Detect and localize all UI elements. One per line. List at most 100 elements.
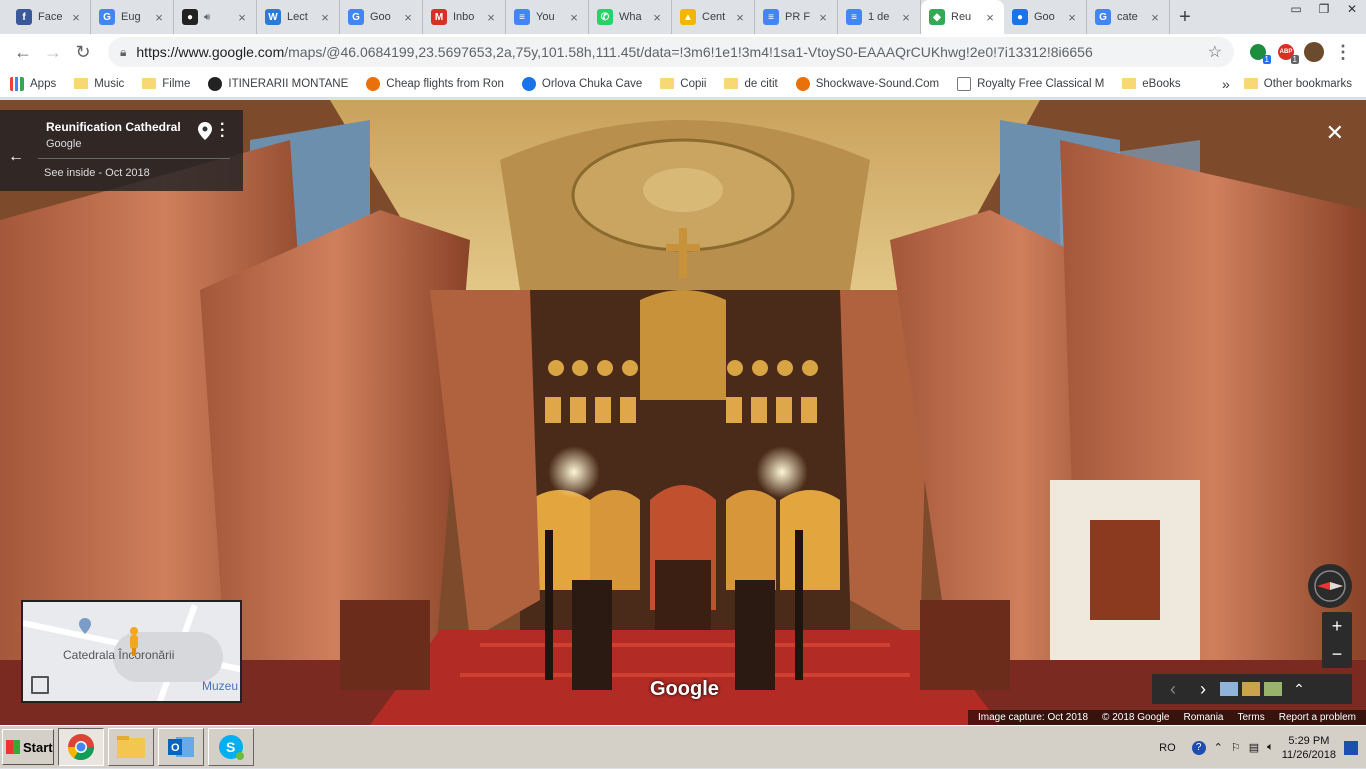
bookmark-label: Music — [94, 77, 125, 90]
show-desktop-icon[interactable] — [1344, 740, 1358, 755]
network-icon[interactable]: ▤ — [1249, 741, 1259, 754]
tab-3[interactable]: W Lect × — [257, 0, 340, 34]
folder-icon — [1243, 78, 1258, 89]
chrome-taskbar-icon[interactable] — [58, 728, 104, 766]
bookmark-7[interactable]: de citit — [724, 78, 778, 90]
bookmark-6[interactable]: Copii — [660, 78, 706, 90]
thumbnail[interactable] — [1264, 682, 1282, 696]
bookmark-label: Cheap flights from Ron — [386, 77, 504, 90]
menu-icon[interactable]: ⋮ — [1328, 37, 1358, 67]
bookmark-0[interactable]: Apps — [10, 76, 56, 91]
bookmark-label: eBooks — [1142, 77, 1181, 90]
tab-1[interactable]: G Eug × — [91, 0, 174, 34]
bookmark-1[interactable]: Music — [74, 78, 124, 90]
google-translate-icon: G — [348, 9, 364, 25]
expand-icon[interactable]: ⌃ — [1286, 681, 1312, 698]
close-tab-icon[interactable]: × — [1066, 10, 1078, 25]
reload-button[interactable]: ↻ — [68, 37, 98, 67]
forward-button[interactable]: → — [38, 37, 68, 67]
language-indicator[interactable]: RO — [1159, 742, 1176, 754]
bookmark-2[interactable]: Filme — [142, 78, 190, 90]
bookmark-10[interactable]: eBooks — [1122, 77, 1181, 90]
close-tab-icon[interactable]: × — [984, 10, 996, 25]
tab-6[interactable]: ≡ You × — [506, 0, 589, 34]
tab-5[interactable]: M Inbo × — [423, 0, 506, 34]
flag-icon[interactable]: ⚐ — [1231, 741, 1241, 754]
close-tab-icon[interactable]: × — [485, 10, 497, 25]
close-tab-icon[interactable]: × — [734, 10, 746, 25]
bookmark-star-icon[interactable]: ☆ — [1208, 42, 1222, 62]
address-bar[interactable]: 🔒︎ https://www.google.com/maps/@46.06841… — [108, 37, 1234, 67]
minimize-button[interactable]: ▭ — [1282, 0, 1310, 18]
close-tab-icon[interactable]: × — [568, 10, 580, 25]
close-icon[interactable]: ✕ — [1326, 120, 1344, 146]
zoom-in-button[interactable]: + — [1322, 612, 1352, 640]
bookmark-5[interactable]: Orlova Chuka Cave — [521, 76, 642, 91]
tab-11[interactable]: ◆ Reu × — [921, 0, 1004, 34]
start-button[interactable]: Start — [2, 729, 54, 765]
pegman-icon[interactable] — [127, 626, 141, 656]
copyright: © 2018 Google — [1102, 712, 1170, 723]
country-link[interactable]: Romania — [1183, 712, 1223, 723]
more-options-icon[interactable]: · · · — [220, 117, 225, 145]
next-photo-icon[interactable]: › — [1190, 679, 1216, 700]
tab-8[interactable]: ▲ Cent × — [672, 0, 755, 34]
back-arrow-icon[interactable]: ← — [8, 148, 24, 166]
prev-photo-icon[interactable]: ‹ — [1160, 679, 1186, 700]
adblock-icon[interactable]: ABP 1 — [1272, 38, 1300, 66]
clock[interactable]: 5:29 PM 11/26/2018 — [1282, 734, 1336, 762]
thumbnail[interactable] — [1220, 682, 1238, 696]
close-tab-icon[interactable]: × — [817, 10, 829, 25]
bookmark-9[interactable]: Royalty Free Classical M — [957, 76, 1104, 91]
close-tab-icon[interactable]: × — [651, 10, 663, 25]
report-problem-link[interactable]: Report a problem — [1279, 712, 1356, 723]
bookmark-4[interactable]: Cheap flights from Ron — [366, 76, 504, 91]
tab-9[interactable]: ≡ PR F × — [755, 0, 838, 34]
other-bookmarks[interactable]: Other bookmarks — [1243, 78, 1352, 90]
fullscreen-icon[interactable] — [31, 676, 49, 694]
tab-7[interactable]: ✆ Wha × — [589, 0, 672, 34]
bookmarks-overflow-icon[interactable]: » — [1222, 76, 1230, 92]
mini-map[interactable]: Catedrala Încoronării Muzeu — [21, 600, 242, 703]
tab-12[interactable]: ● Goo × — [1004, 0, 1087, 34]
see-inside-link[interactable]: See inside - Oct 2018 — [44, 167, 150, 179]
help-icon[interactable]: ? — [1191, 740, 1206, 755]
street-view-panorama[interactable]: ← Reunification Cathedral Google · · · See… — [0, 100, 1366, 725]
folder-icon — [660, 78, 675, 89]
volume-icon[interactable]: 🔈︎ — [1267, 741, 1274, 754]
place-title: Reunification Cathedral — [46, 120, 181, 134]
bookmark-label: ITINERARII MONTANE — [228, 77, 349, 90]
terms-link[interactable]: Terms — [1238, 712, 1265, 723]
outlook-taskbar-icon[interactable]: O — [158, 728, 204, 766]
close-tab-icon[interactable]: × — [319, 10, 331, 25]
bookmark-8[interactable]: Shockwave-Sound.Com — [795, 76, 939, 91]
close-tab-icon[interactable]: × — [402, 10, 414, 25]
tab-10[interactable]: ≡ 1 de × — [838, 0, 921, 34]
compass-icon[interactable] — [1308, 564, 1352, 608]
maximize-button[interactable]: ❐ — [1310, 0, 1338, 18]
close-window-button[interactable]: ✕ — [1338, 0, 1366, 18]
new-tab-button[interactable]: + — [1170, 0, 1200, 34]
back-button[interactable]: ← — [8, 37, 38, 67]
profile-avatar[interactable] — [1300, 38, 1328, 66]
close-tab-icon[interactable]: × — [1149, 10, 1161, 25]
skype-taskbar-icon[interactable]: S — [208, 728, 254, 766]
extension-green-icon[interactable]: 1 — [1244, 38, 1272, 66]
tab-2[interactable]: ● 🔊︎ × — [174, 0, 257, 34]
system-tray: RO ? ⌃ ⚐ ▤ 🔈︎ 5:29 PM 11/26/2018 — [1159, 726, 1366, 769]
zoom-out-button[interactable]: − — [1322, 640, 1352, 668]
close-tab-icon[interactable]: × — [153, 10, 165, 25]
speaker-icon[interactable]: 🔊︎ — [204, 12, 210, 23]
bookmark-3[interactable]: ITINERARII MONTANE — [208, 76, 349, 91]
tab-13[interactable]: Gcate × — [1087, 0, 1170, 34]
file-explorer-taskbar-icon[interactable] — [108, 728, 154, 766]
location-pin-icon[interactable] — [198, 122, 212, 140]
close-tab-icon[interactable]: × — [900, 10, 912, 25]
svg-text:O: O — [171, 742, 180, 754]
thumbnail[interactable] — [1242, 682, 1260, 696]
close-tab-icon[interactable]: × — [70, 10, 82, 25]
tab-4[interactable]: G Goo × — [340, 0, 423, 34]
tab-0[interactable]: f Face × — [8, 0, 91, 34]
close-tab-icon[interactable]: × — [236, 10, 248, 25]
tray-expand-icon[interactable]: ⌃ — [1214, 741, 1223, 754]
